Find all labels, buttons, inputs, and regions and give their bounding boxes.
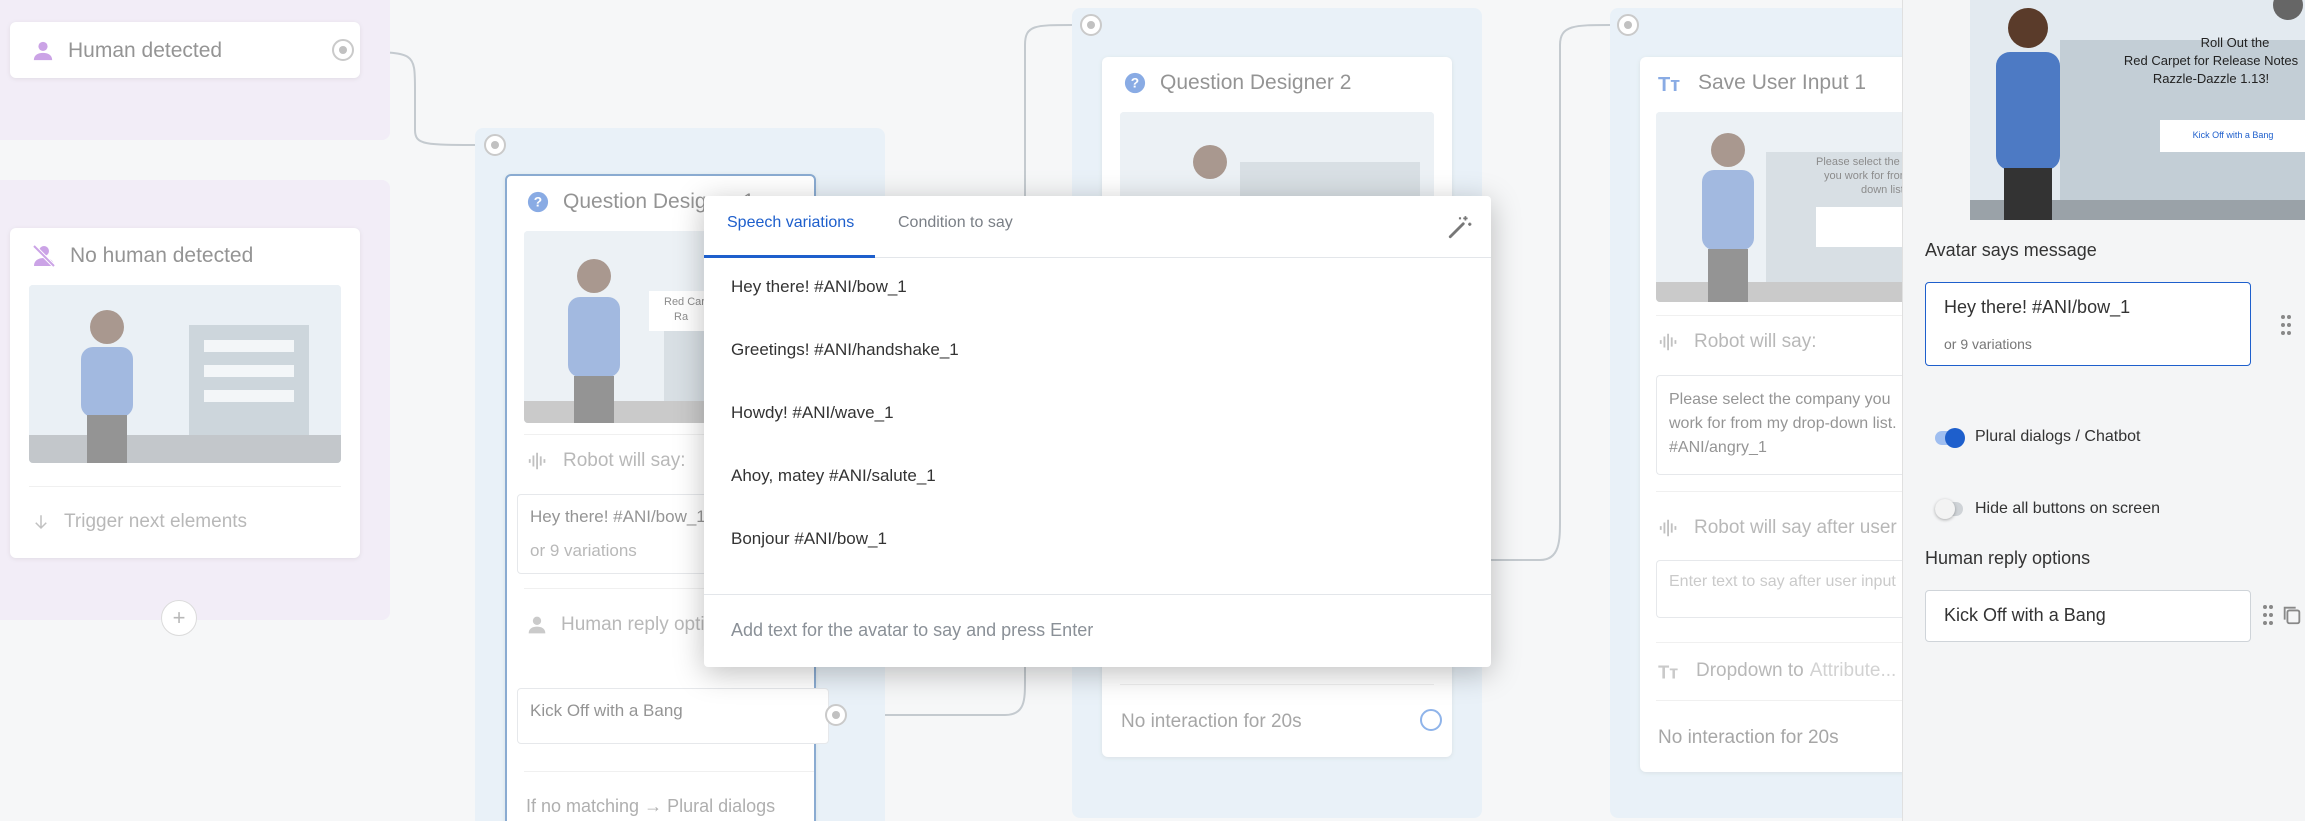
- avatar-preview-image: [1970, 0, 2305, 220]
- plural-dialogs-toggle[interactable]: [1935, 428, 1965, 448]
- svg-text:?: ?: [1131, 76, 1139, 91]
- variation-item[interactable]: Greetings! #ANI/handshake_1: [731, 340, 959, 360]
- settings-panel: Roll Out the Red Carpet for Release Note…: [1902, 0, 2305, 821]
- no-interaction-label: No interaction for 20s: [1121, 711, 1302, 732]
- avatar-says-label: Avatar says message: [1925, 240, 2097, 260]
- help-icon: ?: [527, 191, 549, 213]
- timeout-output-port[interactable]: [1420, 709, 1442, 731]
- trigger-next-row[interactable]: Trigger next elements: [32, 511, 247, 533]
- node-title-human-detected: Human detected: [68, 39, 223, 62]
- tab-speech-variations[interactable]: Speech variations: [727, 214, 854, 232]
- after-input-label: Robot will say after user: [1694, 517, 1897, 538]
- plus-icon: +: [172, 605, 186, 630]
- active-tab-indicator: [704, 255, 875, 258]
- svg-text:?: ?: [534, 195, 542, 210]
- dropdown-label: Dropdown to: [1696, 660, 1804, 681]
- reply-option-field[interactable]: Kick Off with a Bang: [517, 688, 829, 744]
- reply-option-field[interactable]: Kick Off with a Bang: [1925, 590, 2251, 642]
- add-element-button[interactable]: +: [161, 600, 197, 636]
- person-off-icon: [32, 244, 56, 268]
- audio-wave-icon: [1659, 333, 1677, 351]
- divider: [1656, 491, 1910, 492]
- reply-output-port[interactable]: [825, 704, 847, 726]
- output-port[interactable]: [332, 39, 354, 61]
- node-title-save: Save User Input 1: [1698, 71, 1867, 94]
- after-input-placeholder: Enter text to say after user input: [1669, 573, 1896, 590]
- divider: [29, 486, 341, 487]
- no-interaction-label: No interaction for 20s: [1658, 727, 1839, 748]
- robot-say-field[interactable]: Please select the company you work for f…: [1656, 375, 1910, 475]
- avatar-says-value: Hey there! #ANI/bow_1: [1944, 297, 2131, 317]
- human-reply-options-label: Human reply options: [1925, 548, 2091, 568]
- robot-will-say-label: Robot will say:: [563, 450, 686, 471]
- magic-wand-icon[interactable]: [1447, 214, 1473, 240]
- trigger-next-label: Trigger next elements: [64, 511, 248, 532]
- person-icon: [33, 41, 53, 61]
- input-port[interactable]: [1617, 14, 1639, 36]
- divider: [1120, 684, 1434, 685]
- svg-text:Tт: Tт: [1658, 662, 1678, 681]
- audio-wave-icon: [528, 452, 546, 470]
- avatar-thumbnail: Please select the c you work for from do…: [1656, 112, 1910, 302]
- divider: [1656, 642, 1910, 643]
- divider: [1656, 315, 1910, 316]
- svg-text:Tт: Tт: [1658, 74, 1680, 94]
- dropdown-attribute[interactable]: Attribute...: [1810, 660, 1897, 682]
- drag-handle-icon[interactable]: [2281, 315, 2293, 335]
- node-human-detected[interactable]: Human detected: [10, 22, 360, 78]
- node-title-qd2: Question Designer 2: [1160, 71, 1352, 94]
- speech-variations-modal: Speech variations Condition to say Hey t…: [704, 196, 1491, 667]
- divider: [1656, 700, 1910, 701]
- drag-handle-icon[interactable]: [2263, 605, 2275, 625]
- add-variation-input[interactable]: Add text for the avatar to say and press…: [731, 620, 1093, 641]
- hide-buttons-toggle[interactable]: [1935, 499, 1963, 519]
- audio-wave-icon: [1659, 519, 1677, 537]
- tab-condition-to-say[interactable]: Condition to say: [898, 214, 1013, 232]
- thumb-text: down list: [1861, 184, 1904, 196]
- avatar-says-variations[interactable]: or 9 variations: [1944, 336, 2232, 352]
- building-scene-image: [29, 285, 341, 463]
- robot-say-value: Please select the company you work for f…: [1669, 391, 1897, 456]
- node-no-human[interactable]: No human detected Trigger next elements: [10, 228, 360, 558]
- avatar-says-field[interactable]: Hey there! #ANI/bow_1 or 9 variations: [1925, 282, 2251, 366]
- text-type-icon: Tт: [1658, 74, 1680, 94]
- avatar-scene-image: [1656, 112, 1910, 302]
- preview-line-1: Roll Out the: [2200, 35, 2270, 50]
- text-type-icon: Tт: [1658, 662, 1678, 681]
- thumb-text: you work for from: [1824, 170, 1909, 182]
- thumb-text: Red Car: [664, 296, 705, 308]
- thumb-text: Ra: [674, 311, 689, 323]
- avatar-thumbnail: [29, 285, 341, 463]
- variation-item[interactable]: Howdy! #ANI/wave_1: [731, 403, 894, 423]
- modal-tabs: Speech variations Condition to say: [704, 196, 1491, 258]
- input-port[interactable]: [484, 134, 506, 156]
- variation-item[interactable]: Ahoy, matey #ANI/salute_1: [731, 466, 936, 486]
- no-match-label: If no matching → Plural dialogs: [526, 796, 776, 816]
- input-port[interactable]: [1080, 14, 1102, 36]
- hide-buttons-label: Hide all buttons on screen: [1975, 500, 2160, 517]
- copy-icon[interactable]: [2281, 604, 2303, 626]
- variation-item[interactable]: Bonjour #ANI/bow_1: [731, 529, 887, 549]
- help-icon: ?: [1124, 72, 1146, 94]
- person-icon: [528, 616, 546, 634]
- preview-line-3: Razzle-Dazzle 1.13!: [2152, 71, 2270, 87]
- divider: [524, 771, 814, 772]
- preview-line-2: Red Carpet for Release Notes: [2123, 53, 2299, 68]
- thumb-text: Please select the c: [1816, 156, 1909, 168]
- node-title-no-human: No human detected: [70, 244, 254, 267]
- node-save-user-input[interactable]: Tт Save User Input 1 Please select the c…: [1640, 57, 1910, 772]
- after-input-field[interactable]: Enter text to say after user input: [1656, 560, 1910, 618]
- avatar-preview: Roll Out the Red Carpet for Release Note…: [1970, 0, 2305, 220]
- reply-option-value: Kick Off with a Bang: [1944, 605, 2106, 625]
- variation-item[interactable]: Hey there! #ANI/bow_1: [731, 277, 907, 297]
- reply-option-value: Kick Off with a Bang: [530, 701, 683, 720]
- preview-button: Kick Off with a Bang: [2192, 130, 2274, 140]
- modal-divider: [704, 594, 1491, 595]
- plural-dialogs-label: Plural dialogs / Chatbot: [1975, 428, 2141, 445]
- robot-will-say-label: Robot will say:: [1694, 331, 1817, 352]
- arrow-down-icon: [35, 515, 47, 530]
